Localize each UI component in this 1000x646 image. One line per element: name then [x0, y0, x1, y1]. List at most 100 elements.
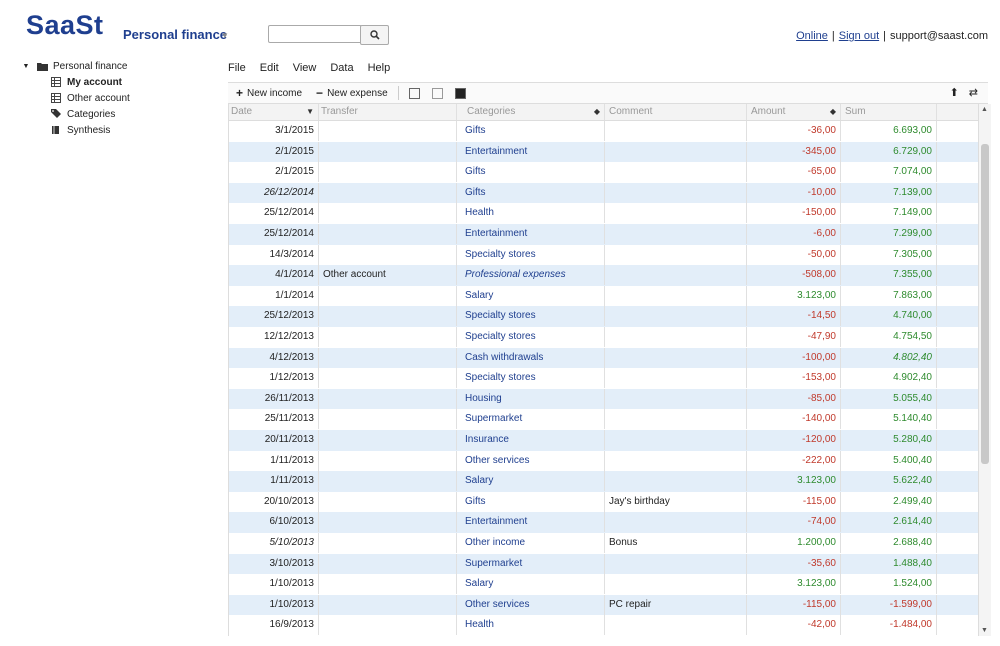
sidebar-item-other-account[interactable]: Other account	[50, 90, 130, 106]
cell-date[interactable]: 1/12/2013	[229, 368, 319, 389]
cell-amount[interactable]: -36,00	[747, 121, 841, 141]
cell-category[interactable]: Cash withdrawals	[457, 347, 605, 368]
cell-date[interactable]: 2/1/2015	[229, 162, 319, 183]
cell-category[interactable]: Specialty stores	[457, 368, 605, 389]
scroll-up-icon[interactable]: ▲	[981, 106, 988, 113]
cell-date[interactable]: 6/10/2013	[229, 512, 319, 533]
cell-sum[interactable]: 2.614,40	[841, 512, 937, 533]
table-row[interactable]: 1/11/2013 Salary 3.123,00 5.622,40	[229, 471, 981, 492]
cell-amount[interactable]: -50,00	[747, 244, 841, 265]
cell-sum[interactable]: 4.754,50	[841, 327, 937, 347]
expand-arrow-icon[interactable]: ▼	[22, 60, 30, 72]
cell-amount[interactable]: -115,00	[747, 491, 841, 512]
cell-comment[interactable]: Bonus	[605, 533, 747, 553]
cell-amount[interactable]: -85,00	[747, 388, 841, 409]
cell-date[interactable]: 1/11/2013	[229, 450, 319, 471]
cell-category[interactable]: Salary	[457, 285, 605, 306]
cell-category[interactable]: Specialty stores	[457, 327, 605, 347]
square-icon[interactable]	[408, 87, 420, 99]
cell-comment[interactable]	[605, 141, 747, 162]
cell-comment[interactable]	[605, 327, 747, 347]
online-link[interactable]: Online	[796, 30, 828, 42]
search-input[interactable]	[268, 25, 362, 43]
sidebar-item-my-account[interactable]: My account	[50, 74, 122, 90]
table-row[interactable]: 26/11/2013 Housing -85,00 5.055,40	[229, 388, 981, 410]
cell-transfer[interactable]	[319, 512, 457, 533]
table-row[interactable]: 2/1/2015 Entertainment -345,00 6.729,00	[229, 141, 981, 163]
table-row[interactable]: 25/12/2014 Health -150,00 7.149,00	[229, 203, 981, 224]
checkbox-icon[interactable]	[454, 87, 466, 99]
cell-transfer[interactable]	[319, 285, 457, 306]
cell-sum[interactable]: 7.299,00	[841, 224, 937, 244]
cell-amount[interactable]: -10,00	[747, 182, 841, 203]
cell-transfer[interactable]: Other account	[319, 265, 457, 286]
cell-amount[interactable]: -140,00	[747, 409, 841, 430]
cell-comment[interactable]	[605, 162, 747, 183]
cell-amount[interactable]: -100,00	[747, 347, 841, 368]
cell-comment[interactable]	[605, 306, 747, 327]
chevron-down-icon[interactable]: ▼	[221, 31, 229, 40]
cell-date[interactable]: 1/1/2014	[229, 285, 319, 306]
scrollbar-thumb[interactable]	[981, 144, 989, 464]
menu-edit[interactable]: Edit	[260, 62, 279, 80]
col-comment[interactable]: Comment	[605, 104, 747, 120]
table-row[interactable]: 26/12/2014 Gifts -10,00 7.139,00	[229, 182, 981, 204]
cell-category[interactable]: Health	[457, 615, 605, 636]
table-row[interactable]: 1/10/2013 Other services PC repair -115,00-…	[229, 594, 981, 616]
cell-date[interactable]: 4/12/2013	[229, 347, 319, 368]
cell-category[interactable]: Other services	[457, 450, 605, 471]
cell-comment[interactable]	[605, 265, 747, 286]
cell-amount[interactable]: -150,00	[747, 203, 841, 224]
cell-category[interactable]: Supermarket	[457, 553, 605, 574]
cell-sum[interactable]: 7.074,00	[841, 162, 937, 183]
cell-comment[interactable]	[605, 512, 747, 533]
swap-icon[interactable]: ⇄	[969, 86, 978, 99]
menu-view[interactable]: View	[293, 62, 317, 80]
cell-category[interactable]: Gifts	[457, 121, 605, 141]
cell-date[interactable]: 14/3/2014	[229, 244, 319, 265]
cell-comment[interactable]	[605, 224, 747, 244]
app-logo[interactable]: SaaSt	[26, 10, 104, 41]
cell-comment[interactable]	[605, 244, 747, 265]
app-switcher[interactable]: Personal finance	[123, 27, 227, 42]
table-row[interactable]: 4/12/2013 Cash withdrawals -100,00 4.802,40	[229, 347, 981, 369]
table-row[interactable]: 3/1/2015 Gifts -36,00 6.693,00	[229, 121, 981, 142]
cell-category[interactable]: Entertainment	[457, 141, 605, 162]
cell-category[interactable]: Other income	[457, 533, 605, 553]
scroll-down-icon[interactable]: ▼	[981, 627, 988, 634]
cell-sum[interactable]: 5.140,40	[841, 409, 937, 430]
table-row[interactable]: 25/12/2013 Specialty stores -14,50 4.740,00	[229, 306, 981, 327]
cell-transfer[interactable]	[319, 553, 457, 574]
cell-transfer[interactable]	[319, 141, 457, 162]
cell-category[interactable]: Gifts	[457, 162, 605, 183]
cell-date[interactable]: 2/1/2015	[229, 141, 319, 162]
sort-desc-icon[interactable]: ▼	[306, 104, 314, 120]
col-transfer[interactable]: Transfer	[319, 104, 457, 120]
cell-sum[interactable]: 6.729,00	[841, 141, 937, 162]
table-row[interactable]: 16/9/2013 Health -42,00 -1.484,00	[229, 615, 981, 636]
cell-sum[interactable]: 7.305,00	[841, 244, 937, 265]
cell-comment[interactable]	[605, 409, 747, 430]
cell-date[interactable]: 26/12/2014	[229, 182, 319, 203]
table-row[interactable]: 1/12/2013 Specialty stores -153,00 4.902,40	[229, 368, 981, 389]
table-row[interactable]: 25/11/2013 Supermarket -140,00 5.140,40	[229, 409, 981, 430]
cell-sum[interactable]: 5.622,40	[841, 471, 937, 492]
cell-date[interactable]: 1/11/2013	[229, 471, 319, 492]
cell-amount[interactable]: -345,00	[747, 141, 841, 162]
cell-sum[interactable]: 4.902,40	[841, 368, 937, 389]
cell-sum[interactable]: 7.355,00	[841, 265, 937, 286]
cell-amount[interactable]: -115,00	[747, 594, 841, 615]
cell-comment[interactable]	[605, 553, 747, 574]
cell-transfer[interactable]	[319, 471, 457, 492]
cell-amount[interactable]: -42,00	[747, 615, 841, 636]
sign-out-link[interactable]: Sign out	[839, 30, 879, 42]
new-expense-button[interactable]: − New expense	[316, 86, 388, 100]
table-row[interactable]: 12/12/2013 Specialty stores -47,90 4.754,50	[229, 327, 981, 348]
table-row[interactable]: 25/12/2014 Entertainment -6,00 7.299,00	[229, 224, 981, 245]
cell-transfer[interactable]	[319, 533, 457, 553]
cell-comment[interactable]	[605, 574, 747, 595]
cell-date[interactable]: 1/10/2013	[229, 574, 319, 595]
cell-amount[interactable]: -47,90	[747, 327, 841, 347]
cell-transfer[interactable]	[319, 347, 457, 368]
cell-transfer[interactable]	[319, 121, 457, 141]
